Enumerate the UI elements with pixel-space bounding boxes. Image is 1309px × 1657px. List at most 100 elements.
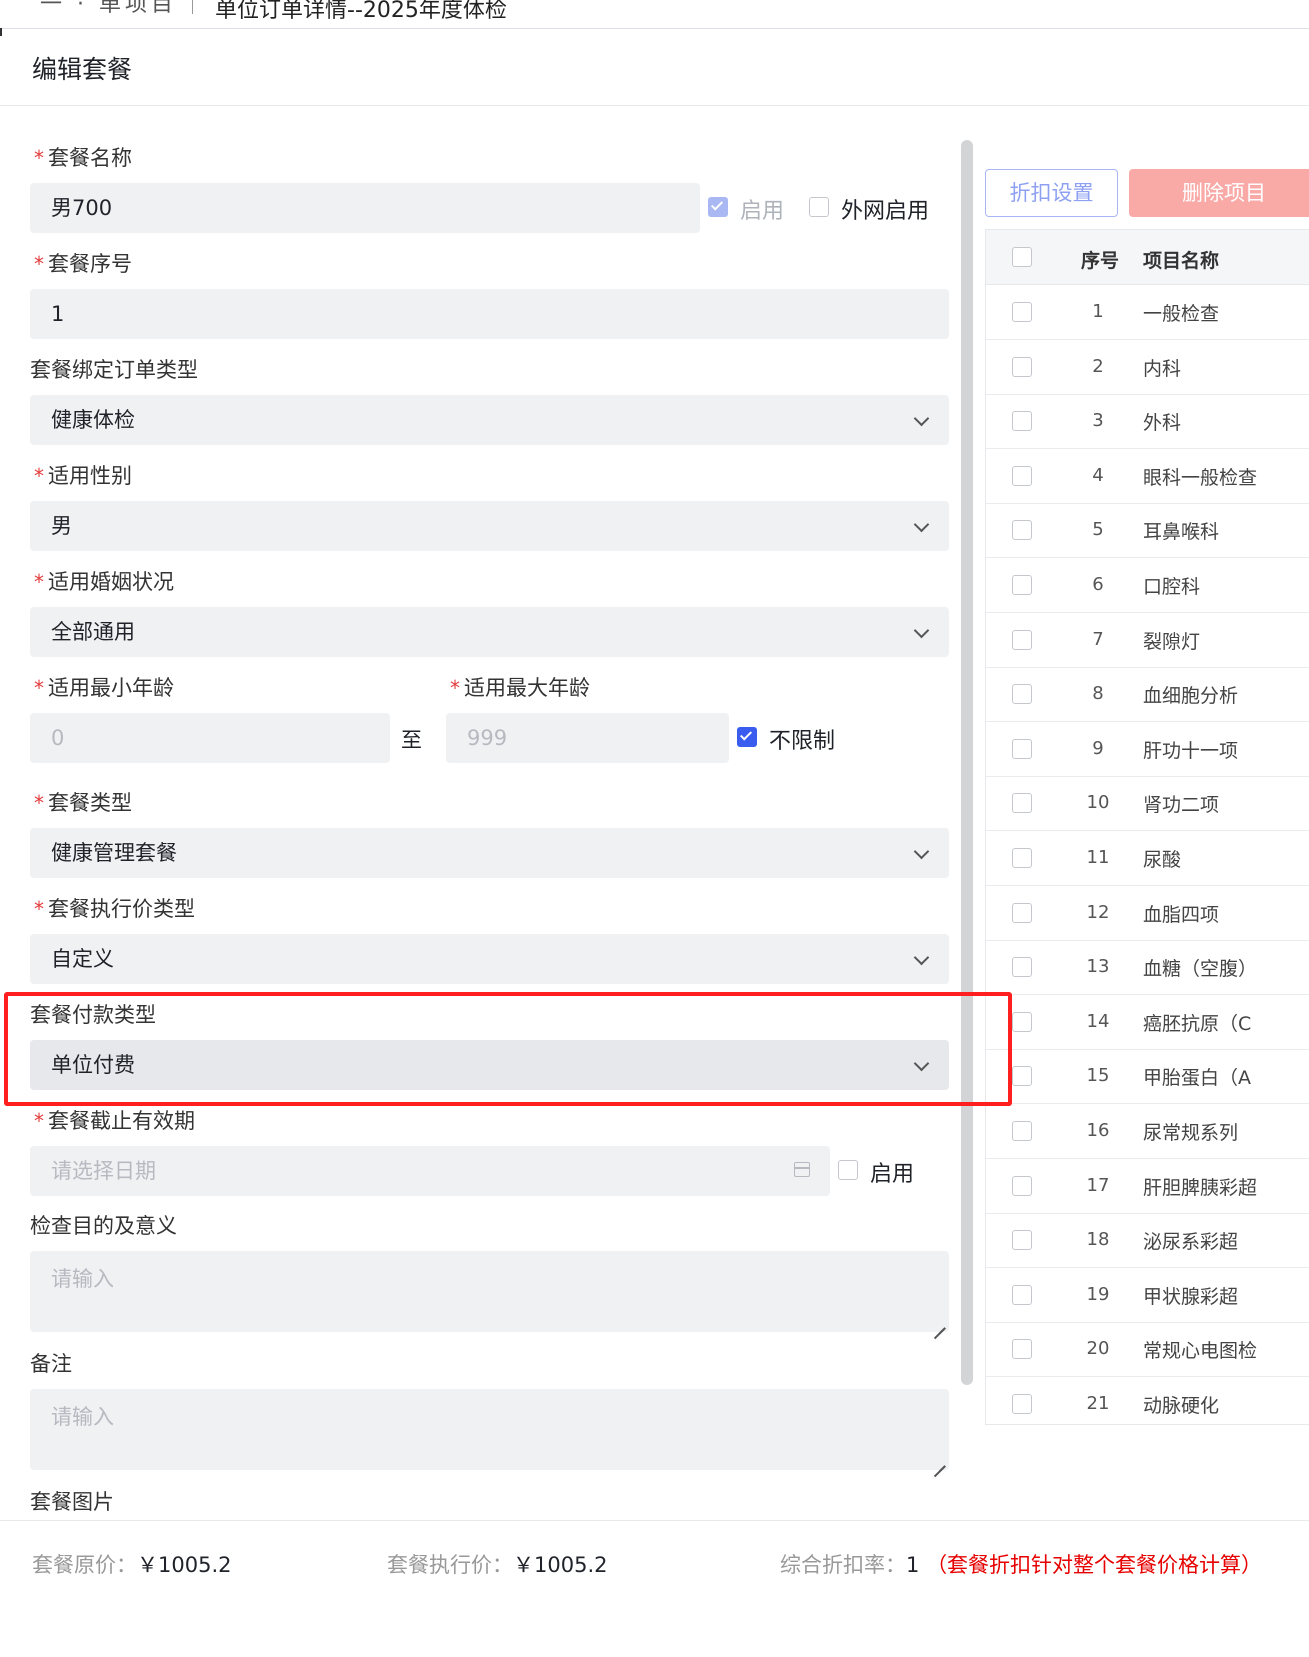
table-row[interactable]: 6 口腔科 xyxy=(986,558,1309,613)
row-index: 16 xyxy=(1086,1120,1110,1141)
row-checkbox[interactable] xyxy=(1012,411,1032,432)
resize-handle-icon[interactable] xyxy=(933,1454,945,1466)
row-checkbox[interactable] xyxy=(1012,684,1032,705)
row-checkbox[interactable] xyxy=(1012,957,1032,978)
row-index: 10 xyxy=(1086,792,1110,814)
name-label: * 套餐名称 xyxy=(34,146,132,170)
delete-items-button[interactable]: 删除项目 xyxy=(1129,169,1309,217)
exec-price-label: 套餐执行价： xyxy=(387,1553,513,1577)
required-mark: * xyxy=(34,252,44,276)
remark-textarea[interactable]: 请输入 xyxy=(30,1389,949,1470)
original-price-value: ￥1005.2 xyxy=(137,1553,232,1577)
row-checkbox[interactable] xyxy=(1012,1011,1032,1032)
chevron-down-icon xyxy=(913,516,930,533)
table-row[interactable]: 8 血细胞分析 xyxy=(986,667,1309,723)
unlimited-checkbox[interactable] xyxy=(737,727,757,747)
row-index: 11 xyxy=(1086,847,1110,868)
row-checkbox[interactable] xyxy=(1012,302,1032,322)
expiry-enable-label: 启用 xyxy=(870,1162,915,1187)
table-row[interactable]: 21 动脉硬化 xyxy=(986,1377,1309,1424)
order-type-value: 健康体检 xyxy=(51,408,135,432)
price-type-value: 自定义 xyxy=(51,947,114,971)
row-checkbox[interactable] xyxy=(1012,793,1032,814)
marital-select[interactable]: 全部通用 xyxy=(30,607,949,657)
price-footer: 套餐原价：￥1005.2 套餐执行价：￥1005.2 综合折扣率：1 （套餐折扣… xyxy=(0,1520,1309,1657)
package-name-input[interactable]: 男700 xyxy=(30,183,700,233)
select-all-checkbox[interactable] xyxy=(1012,247,1032,267)
row-checkbox[interactable] xyxy=(1012,1121,1032,1141)
row-index: 21 xyxy=(1086,1393,1110,1414)
required-mark: * xyxy=(450,676,460,700)
package-type-value: 健康管理套餐 xyxy=(51,841,177,865)
row-index: 19 xyxy=(1086,1283,1110,1305)
table-row[interactable]: 14 癌胚抗原（C xyxy=(986,995,1309,1050)
table-row[interactable]: 3 外科 xyxy=(986,394,1309,450)
table-row[interactable]: 17 肝胆脾胰彩超 xyxy=(986,1159,1309,1214)
table-row[interactable]: 2 内科 xyxy=(986,340,1309,395)
min-age-input[interactable]: 0 xyxy=(30,713,390,763)
table-row[interactable]: 15 甲胎蛋白（A xyxy=(986,1049,1309,1105)
row-index: 5 xyxy=(1092,519,1104,541)
external-enable-checkbox[interactable] xyxy=(809,197,829,217)
row-index: 2 xyxy=(1092,355,1104,377)
expiry-date-picker[interactable]: 请选择日期 xyxy=(30,1146,830,1196)
table-row[interactable]: 5 耳鼻喉科 xyxy=(986,503,1309,559)
items-table: 序号 项目名称 1 一般检查 2 内科 3 外科 4 眼科一般检查 5 耳鼻喉科 6 口腔科 7 裂隙灯 8… xyxy=(985,229,1309,1425)
row-item-name: 甲胎蛋白（A xyxy=(1143,1067,1251,1090)
resize-handle-icon[interactable] xyxy=(933,1316,945,1328)
required-mark: * xyxy=(34,1109,44,1133)
row-checkbox[interactable] xyxy=(1012,848,1032,868)
price-type-select[interactable]: 自定义 xyxy=(30,934,949,984)
row-checkbox[interactable] xyxy=(1012,902,1032,923)
table-row[interactable]: 7 裂隙灯 xyxy=(986,613,1309,668)
row-item-name: 裂隙灯 xyxy=(1143,630,1201,653)
row-checkbox[interactable] xyxy=(1012,575,1032,595)
table-row[interactable]: 11 尿酸 xyxy=(986,831,1309,886)
payment-type-select[interactable]: 单位付费 xyxy=(30,1040,949,1090)
required-mark: * xyxy=(34,146,44,170)
table-row[interactable]: 18 泌尿系彩超 xyxy=(986,1213,1309,1269)
row-checkbox[interactable] xyxy=(1012,1175,1032,1196)
table-row[interactable]: 13 血糖（空腹） xyxy=(986,940,1309,996)
row-checkbox[interactable] xyxy=(1012,1066,1032,1087)
breadcrumb-divider xyxy=(192,0,193,14)
row-checkbox[interactable] xyxy=(1012,1284,1032,1305)
discount-settings-button[interactable]: 折扣设置 xyxy=(985,169,1118,217)
table-row[interactable]: 12 血脂四项 xyxy=(986,886,1309,941)
chevron-down-icon xyxy=(913,410,930,427)
table-row[interactable]: 10 肾功二项 xyxy=(986,776,1309,832)
expiry-enable-checkbox[interactable] xyxy=(838,1160,858,1180)
required-mark: * xyxy=(34,464,44,488)
purpose-textarea[interactable]: 请输入 xyxy=(30,1251,949,1332)
row-item-name: 血脂四项 xyxy=(1143,903,1220,926)
enable-checkbox[interactable] xyxy=(708,197,728,217)
gender-select[interactable]: 男 xyxy=(30,501,949,551)
row-checkbox[interactable] xyxy=(1012,1339,1032,1360)
row-index: 12 xyxy=(1086,901,1110,923)
table-row[interactable]: 9 肝功十一项 xyxy=(986,722,1309,777)
row-item-name: 眼科一般检查 xyxy=(1143,466,1258,489)
breadcrumb[interactable]: 一 · 单项目 xyxy=(40,0,177,18)
row-item-name: 动脉硬化 xyxy=(1143,1395,1220,1417)
form-scrollbar[interactable] xyxy=(961,140,973,1385)
package-type-select[interactable]: 健康管理套餐 xyxy=(30,828,949,878)
table-row[interactable]: 1 一般检查 xyxy=(986,285,1309,340)
table-row[interactable]: 16 尿常规系列 xyxy=(986,1104,1309,1159)
max-age-input[interactable]: 999 xyxy=(446,713,729,763)
row-checkbox[interactable] xyxy=(1012,629,1032,650)
table-row[interactable]: 20 常规心电图检 xyxy=(986,1322,1309,1378)
row-checkbox[interactable] xyxy=(1012,1230,1032,1251)
date-placeholder: 请选择日期 xyxy=(51,1159,156,1183)
table-row[interactable]: 19 甲状腺彩超 xyxy=(986,1268,1309,1323)
order-no-input[interactable]: 1 xyxy=(30,289,949,339)
top-bar: 一 · 单项目 单位订单详情--2025年度体检 xyxy=(0,0,1309,29)
row-index: 17 xyxy=(1086,1174,1110,1196)
row-checkbox[interactable] xyxy=(1012,738,1032,759)
table-row[interactable]: 4 眼科一般检查 xyxy=(986,449,1309,504)
row-checkbox[interactable] xyxy=(1012,356,1032,377)
order-type-select[interactable]: 健康体检 xyxy=(30,395,949,445)
row-checkbox[interactable] xyxy=(1012,520,1032,541)
row-checkbox[interactable] xyxy=(1012,465,1032,486)
row-checkbox[interactable] xyxy=(1012,1394,1032,1414)
max-age-label: * 适用最大年龄 xyxy=(450,676,590,700)
